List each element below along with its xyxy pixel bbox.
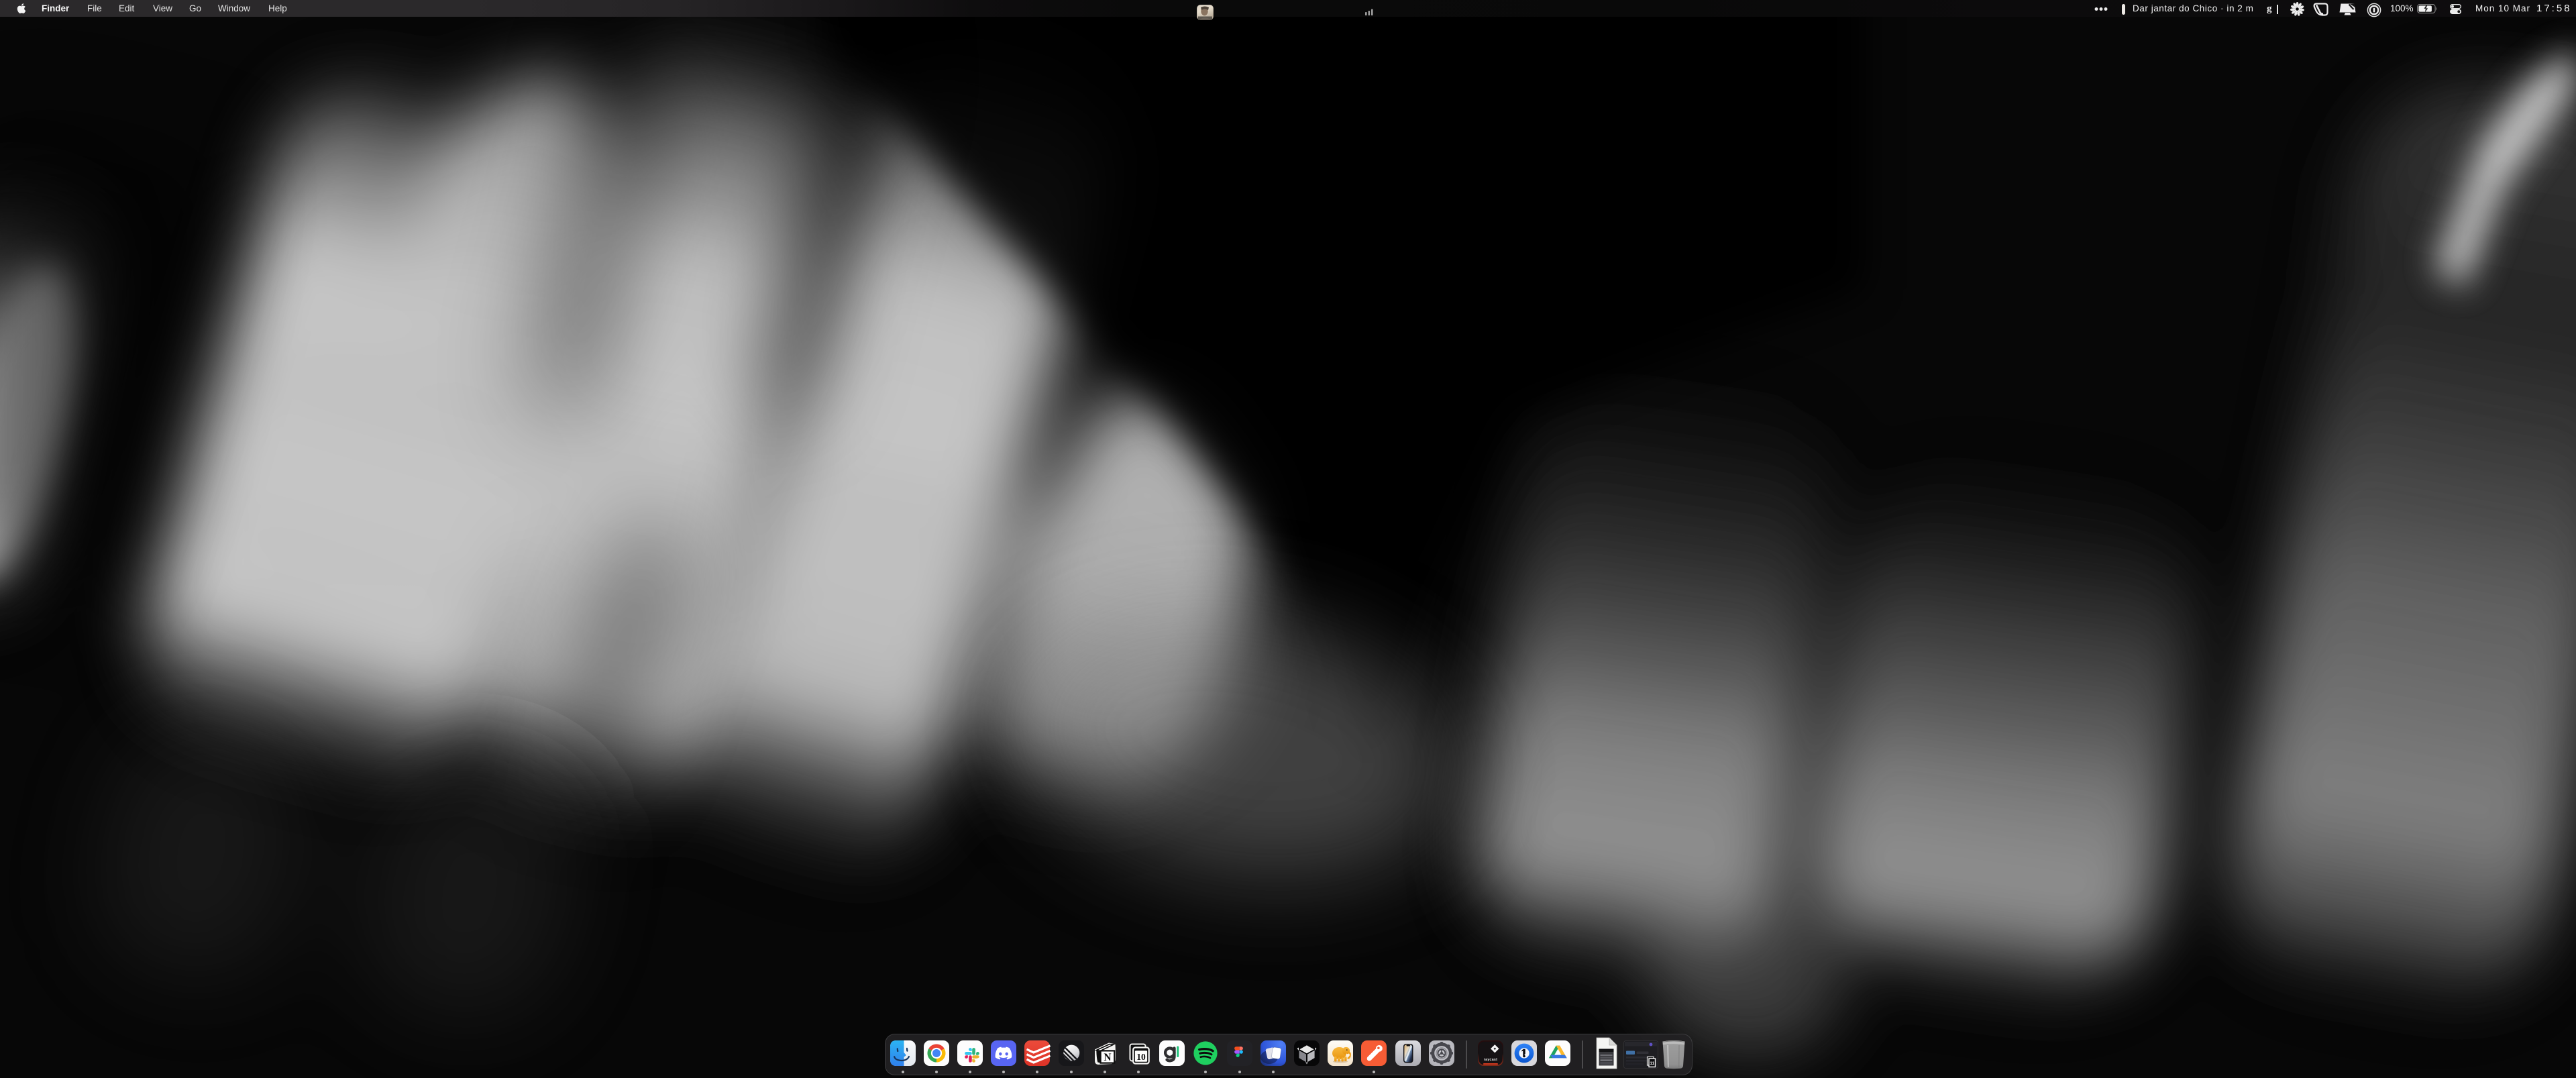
svg-text:raycast: raycast (1484, 1058, 1497, 1062)
svg-text:10: 10 (1136, 1052, 1146, 1062)
svg-text:N: N (1104, 1052, 1111, 1063)
svg-text:11: 11 (1650, 1061, 1655, 1066)
